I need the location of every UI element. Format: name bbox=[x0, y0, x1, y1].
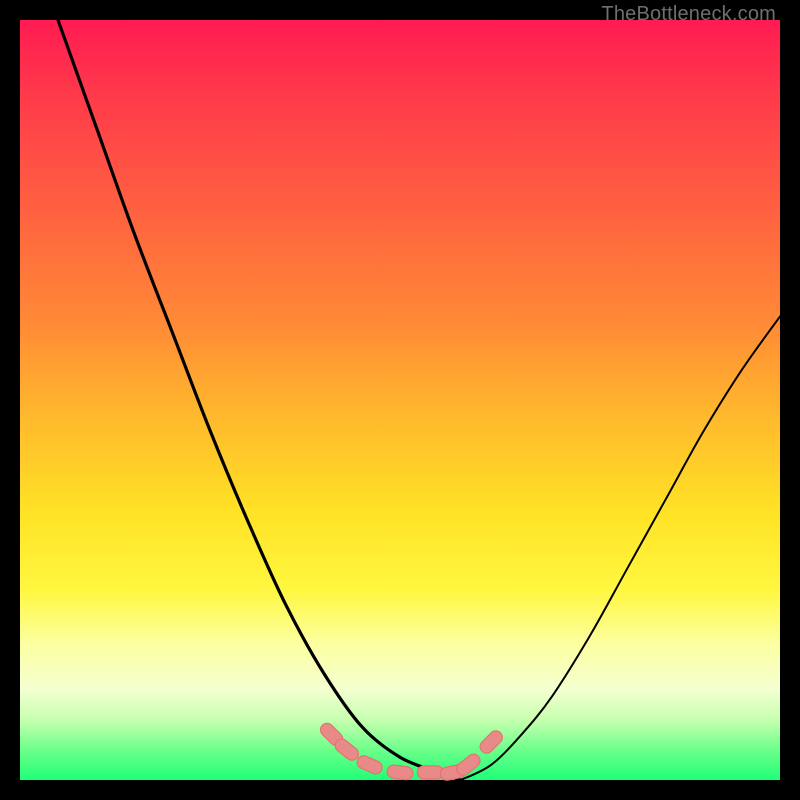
valley-marker bbox=[477, 728, 505, 756]
valley-marker bbox=[355, 754, 384, 776]
left-curve bbox=[58, 20, 461, 780]
chart-frame: TheBottleneck.com bbox=[0, 0, 800, 800]
valley-marker bbox=[417, 766, 443, 779]
plot-area bbox=[20, 20, 780, 780]
valley-marker bbox=[386, 764, 413, 780]
curves-group bbox=[58, 20, 780, 780]
right-curve bbox=[461, 316, 780, 780]
curve-layer bbox=[20, 20, 780, 780]
